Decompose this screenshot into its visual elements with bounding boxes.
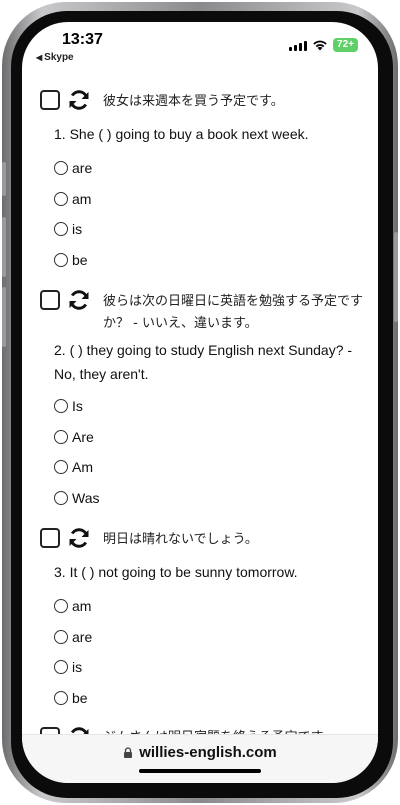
back-triangle-icon: ◀ xyxy=(36,53,43,62)
answer-option[interactable]: is xyxy=(54,219,82,239)
question-checkbox[interactable] xyxy=(40,90,60,110)
answer-option[interactable]: be xyxy=(54,688,88,708)
status-bar: 13:37 ◀ Skype 72+ xyxy=(22,22,378,72)
option-label: be xyxy=(72,690,88,706)
option-label: are xyxy=(72,629,93,645)
question-header: 彼らは次の日曜日に英語を勉強する予定ですか？ - いいえ、違います。 xyxy=(40,288,370,331)
answer-option[interactable]: is xyxy=(54,657,82,677)
radio-button[interactable] xyxy=(54,192,68,206)
url-display[interactable]: willies-english.com xyxy=(22,744,378,761)
radio-button[interactable] xyxy=(54,491,68,505)
status-time: 13:37 xyxy=(62,31,103,48)
refresh-icon[interactable] xyxy=(67,526,91,550)
battery-indicator: 72+ xyxy=(333,38,358,52)
option-label: am xyxy=(72,191,92,207)
screen: 13:37 ◀ Skype 72+ 彼女は来週本を買う予定です。 1. She … xyxy=(22,22,378,783)
volume-up-button xyxy=(2,217,6,277)
url-bar[interactable]: willies-english.com xyxy=(22,734,378,783)
radio-button[interactable] xyxy=(54,161,68,175)
question-checkbox[interactable] xyxy=(40,528,60,548)
option-label: be xyxy=(72,252,88,268)
answer-option[interactable]: are xyxy=(54,158,92,178)
option-label: are xyxy=(72,160,93,176)
answer-option[interactable]: are xyxy=(54,627,92,647)
question-text: 3. It ( ) not going to be sunny tomorrow… xyxy=(54,564,298,580)
option-label: Are xyxy=(72,429,94,445)
refresh-icon[interactable] xyxy=(67,288,91,312)
answer-option[interactable]: Was xyxy=(54,488,99,508)
answer-option[interactable]: Are xyxy=(54,427,94,447)
mute-switch xyxy=(2,162,6,196)
radio-button[interactable] xyxy=(54,599,68,613)
option-label: is xyxy=(72,659,83,675)
answer-option[interactable]: am xyxy=(54,189,91,209)
answer-option[interactable]: be xyxy=(54,250,88,270)
quiz-content: 彼女は来週本を買う予定です。 1. She ( ) going to buy a… xyxy=(22,82,378,732)
question-text: 2. ( ) they going to study English next … xyxy=(54,342,353,382)
question-checkbox[interactable] xyxy=(40,290,60,310)
volume-down-button xyxy=(2,287,6,347)
answer-option[interactable]: Is xyxy=(54,396,83,416)
radio-button[interactable] xyxy=(54,253,68,267)
option-label: am xyxy=(72,598,92,614)
option-label: Was xyxy=(72,490,100,506)
power-button xyxy=(394,232,398,322)
japanese-sentence: 明日は晴れないでしょう。 xyxy=(103,532,258,547)
question-text: 1. She ( ) going to buy a book next week… xyxy=(54,126,309,142)
option-label: is xyxy=(72,221,83,237)
radio-button[interactable] xyxy=(54,691,68,705)
radio-button[interactable] xyxy=(54,399,68,413)
radio-button[interactable] xyxy=(54,222,68,236)
option-label: Is xyxy=(72,398,83,414)
radio-button[interactable] xyxy=(54,460,68,474)
url-text: willies-english.com xyxy=(139,744,277,761)
lock-icon xyxy=(124,747,133,758)
option-label: Am xyxy=(72,459,93,475)
back-to-app-link[interactable]: ◀ Skype xyxy=(36,52,74,63)
home-indicator[interactable] xyxy=(139,769,261,773)
refresh-icon[interactable] xyxy=(67,88,91,112)
wifi-icon xyxy=(313,40,327,51)
radio-button[interactable] xyxy=(54,630,68,644)
answer-option[interactable]: am xyxy=(54,596,91,616)
japanese-sentence: 彼女は来週本を買う予定です。 xyxy=(103,94,284,109)
japanese-sentence: 彼らは次の日曜日に英語を勉強する予定ですか？ - いいえ、違います。 xyxy=(103,294,364,331)
cellular-signal-icon xyxy=(289,40,308,51)
status-indicators: 72+ xyxy=(289,38,358,52)
back-app-label: Skype xyxy=(44,52,74,63)
answer-option[interactable]: Am xyxy=(54,457,93,477)
radio-button[interactable] xyxy=(54,430,68,444)
radio-button[interactable] xyxy=(54,660,68,674)
